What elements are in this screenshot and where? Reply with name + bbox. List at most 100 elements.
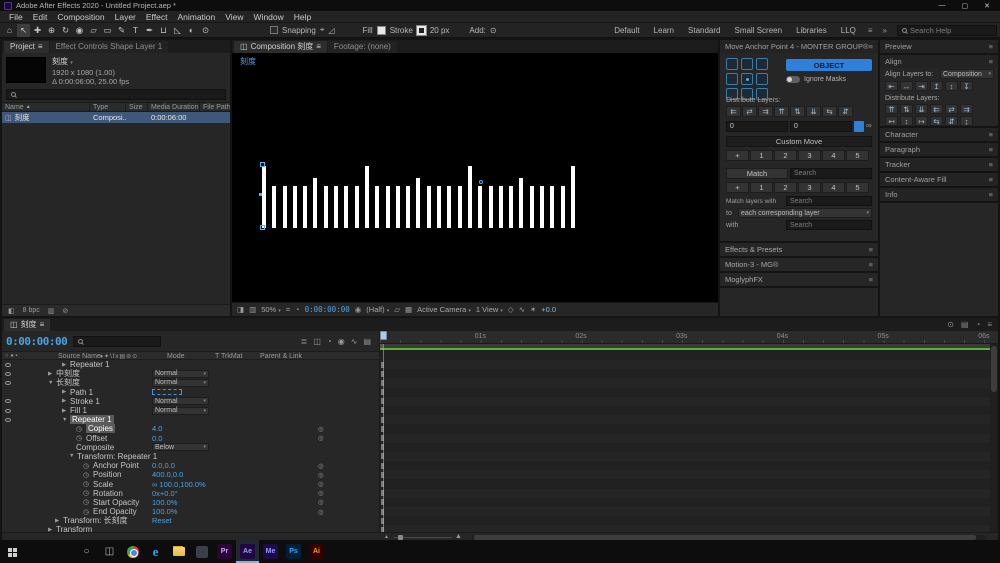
folder-icon[interactable] <box>167 540 190 563</box>
column-file-path[interactable]: File Path <box>200 103 230 111</box>
property-value[interactable]: 0.0,0.0 <box>152 461 175 470</box>
tab-effect-controls[interactable]: Effect Controls Shape Layer 1 <box>50 41 169 53</box>
y-offset-input[interactable]: 0 <box>790 121 852 132</box>
dist-h-icon[interactable]: ↤ <box>885 116 898 126</box>
link-icon[interactable]: ∞ <box>866 121 872 130</box>
property-value[interactable]: 100.0% <box>152 507 177 516</box>
dist-right-icon[interactable]: ⇉ <box>960 104 973 114</box>
collapsed-panel-header[interactable]: Motion-3 - MG®≡ <box>720 258 878 271</box>
expander-icon[interactable]: ▼ <box>48 380 56 386</box>
panel-menu-icon[interactable]: ≡ <box>989 190 993 199</box>
3d-view-dropdown[interactable]: Active Camera ▾ <box>417 305 471 314</box>
hide-shy-icon[interactable]: ◔ <box>327 337 332 346</box>
interpret-footage-icon[interactable]: ◧ <box>8 307 15 315</box>
camera-icon[interactable]: ◉ <box>355 305 362 314</box>
workspace-menu-icon[interactable]: ≡ <box>864 26 877 35</box>
tab-composition[interactable]: ◫ Composition 刻度 ≡ <box>234 41 327 53</box>
space-v-icon[interactable]: ⇵ <box>945 116 958 126</box>
app-icon[interactable] <box>190 540 213 563</box>
graph-row[interactable] <box>380 369 998 378</box>
timeline-row[interactable]: ◷Scale∞ 100.0,100.0%◎ <box>2 479 379 488</box>
taskview-icon[interactable]: ◫ <box>98 540 121 563</box>
dist-center-v-icon[interactable]: ⇅ <box>790 106 805 117</box>
exposure-icon[interactable]: ✶ <box>530 305 536 314</box>
timeline-search-input[interactable] <box>73 336 161 347</box>
keyframe-navigator-icon[interactable]: ◎ <box>318 462 324 470</box>
transparency-grid-icon[interactable]: ▦ <box>405 305 412 314</box>
match-preset-button[interactable]: 2 <box>774 182 797 193</box>
visibility-eye-icon[interactable] <box>2 409 14 413</box>
roto-brush-tool-icon[interactable]: ◐ <box>185 24 198 37</box>
layer-property-name[interactable]: Offset <box>86 434 107 443</box>
settings-icon[interactable]: ◔ <box>975 320 980 329</box>
dist-bottom-icon[interactable]: ⇊ <box>915 104 928 114</box>
edge-icon[interactable]: e <box>144 540 167 563</box>
comp-breadcrumb[interactable]: 刻度 <box>240 56 256 67</box>
rect-shape-tool-icon[interactable]: ▭ <box>101 24 114 37</box>
timeline-row[interactable]: CompositeBelow▾ <box>2 443 379 452</box>
ignore-masks-toggle[interactable] <box>786 76 800 83</box>
snap-target-icon[interactable]: ⌖ <box>320 25 325 35</box>
timeline-horizontal-scrollbar[interactable] <box>472 535 986 540</box>
panel-menu-icon[interactable]: ≡ <box>869 245 873 254</box>
dist-left-icon[interactable]: ⇇ <box>726 106 741 117</box>
new-folder-icon[interactable]: ▥ <box>48 307 55 315</box>
expander-icon[interactable]: ▶ <box>62 408 70 414</box>
with-search-input[interactable]: Search <box>786 220 872 230</box>
collapsed-panel-header[interactable]: Paragraph≡ <box>880 143 998 156</box>
dist-both-icon[interactable]: ↕ <box>900 116 913 126</box>
graph-row[interactable] <box>380 479 998 488</box>
property-value[interactable]: 0x+0.0° <box>152 489 178 498</box>
panel-menu-icon[interactable]: ≡ <box>987 320 992 329</box>
maximize-button[interactable]: ▢ <box>962 2 969 10</box>
graph-row[interactable] <box>380 434 998 443</box>
menu-item[interactable]: Animation <box>172 12 220 22</box>
expander-icon[interactable]: ▶ <box>48 371 56 377</box>
match-layers-search-input[interactable]: Search <box>786 196 872 206</box>
column-type[interactable]: Type <box>90 103 126 111</box>
timeline-row[interactable]: ▶Stroke 1Normal▾ <box>2 397 379 406</box>
property-value[interactable]: 4.0 <box>152 424 162 433</box>
current-time-display[interactable]: 0:00:00:00 <box>6 335 67 348</box>
pixel-aspect-icon[interactable]: ◇ <box>508 305 514 314</box>
dist-center-h-icon[interactable]: ⇄ <box>945 104 958 114</box>
fast-previews-icon[interactable]: ∿ <box>519 305 525 314</box>
panel-menu-icon[interactable]: ≡ <box>869 260 873 269</box>
motion-blur-icon[interactable]: ∿ <box>351 337 358 346</box>
align-top-icon[interactable]: ↥ <box>930 81 943 91</box>
panel-menu-icon[interactable]: ≡ <box>989 160 993 169</box>
pr-app-icon[interactable]: Pr <box>213 540 236 563</box>
selected-item-name[interactable]: 刻度 ▾ <box>52 57 129 68</box>
graph-row[interactable] <box>380 452 998 461</box>
tab-footage[interactable]: Footage: (none) <box>328 41 397 53</box>
timeline-row[interactable]: ▶Transform: 长刻度Reset <box>2 516 379 525</box>
match-preset-button[interactable]: 4 <box>822 182 845 193</box>
snapping-checkbox[interactable] <box>270 26 278 34</box>
layer-property-name[interactable]: Composite <box>76 443 114 452</box>
visibility-eye-icon[interactable] <box>2 418 14 422</box>
keyframe-navigator-icon[interactable]: ◎ <box>318 471 324 479</box>
move-preset-button[interactable]: 5 <box>846 150 869 161</box>
menu-item[interactable]: Window <box>249 12 289 22</box>
mode-header[interactable]: Mode <box>167 353 185 360</box>
flowchart-icon[interactable]: ▤ <box>961 320 969 329</box>
property-value[interactable]: 0.0 <box>152 434 162 443</box>
home-tool-icon[interactable]: ⌂ <box>3 24 16 37</box>
timeline-row[interactable]: ▼Repeater 1 <box>2 415 379 424</box>
ai-app-icon[interactable]: Ai <box>305 540 328 563</box>
collapsed-panel-header[interactable]: Tracker≡ <box>880 158 998 171</box>
stroke-swatch[interactable] <box>417 26 426 35</box>
composition-mini-flowchart-icon[interactable]: ≣ <box>301 337 308 346</box>
ae-app-icon[interactable]: Ae <box>236 540 259 563</box>
timeline-row[interactable]: ◷Rotation0x+0.0°◎ <box>2 489 379 498</box>
workspace-tab[interactable]: Libraries <box>790 26 833 35</box>
blend-mode-dropdown[interactable]: Normal▾ <box>152 370 209 378</box>
ps-app-icon[interactable]: Ps <box>282 540 305 563</box>
workspace-tab[interactable]: Learn <box>648 26 680 35</box>
layer-property-name[interactable]: Copies <box>86 424 115 433</box>
graph-row[interactable] <box>380 406 998 415</box>
pen-tool-icon[interactable]: ✎ <box>115 24 128 37</box>
expander-icon[interactable]: ▶ <box>55 518 63 524</box>
graph-row[interactable] <box>380 525 998 532</box>
menu-item[interactable]: Edit <box>28 12 53 22</box>
